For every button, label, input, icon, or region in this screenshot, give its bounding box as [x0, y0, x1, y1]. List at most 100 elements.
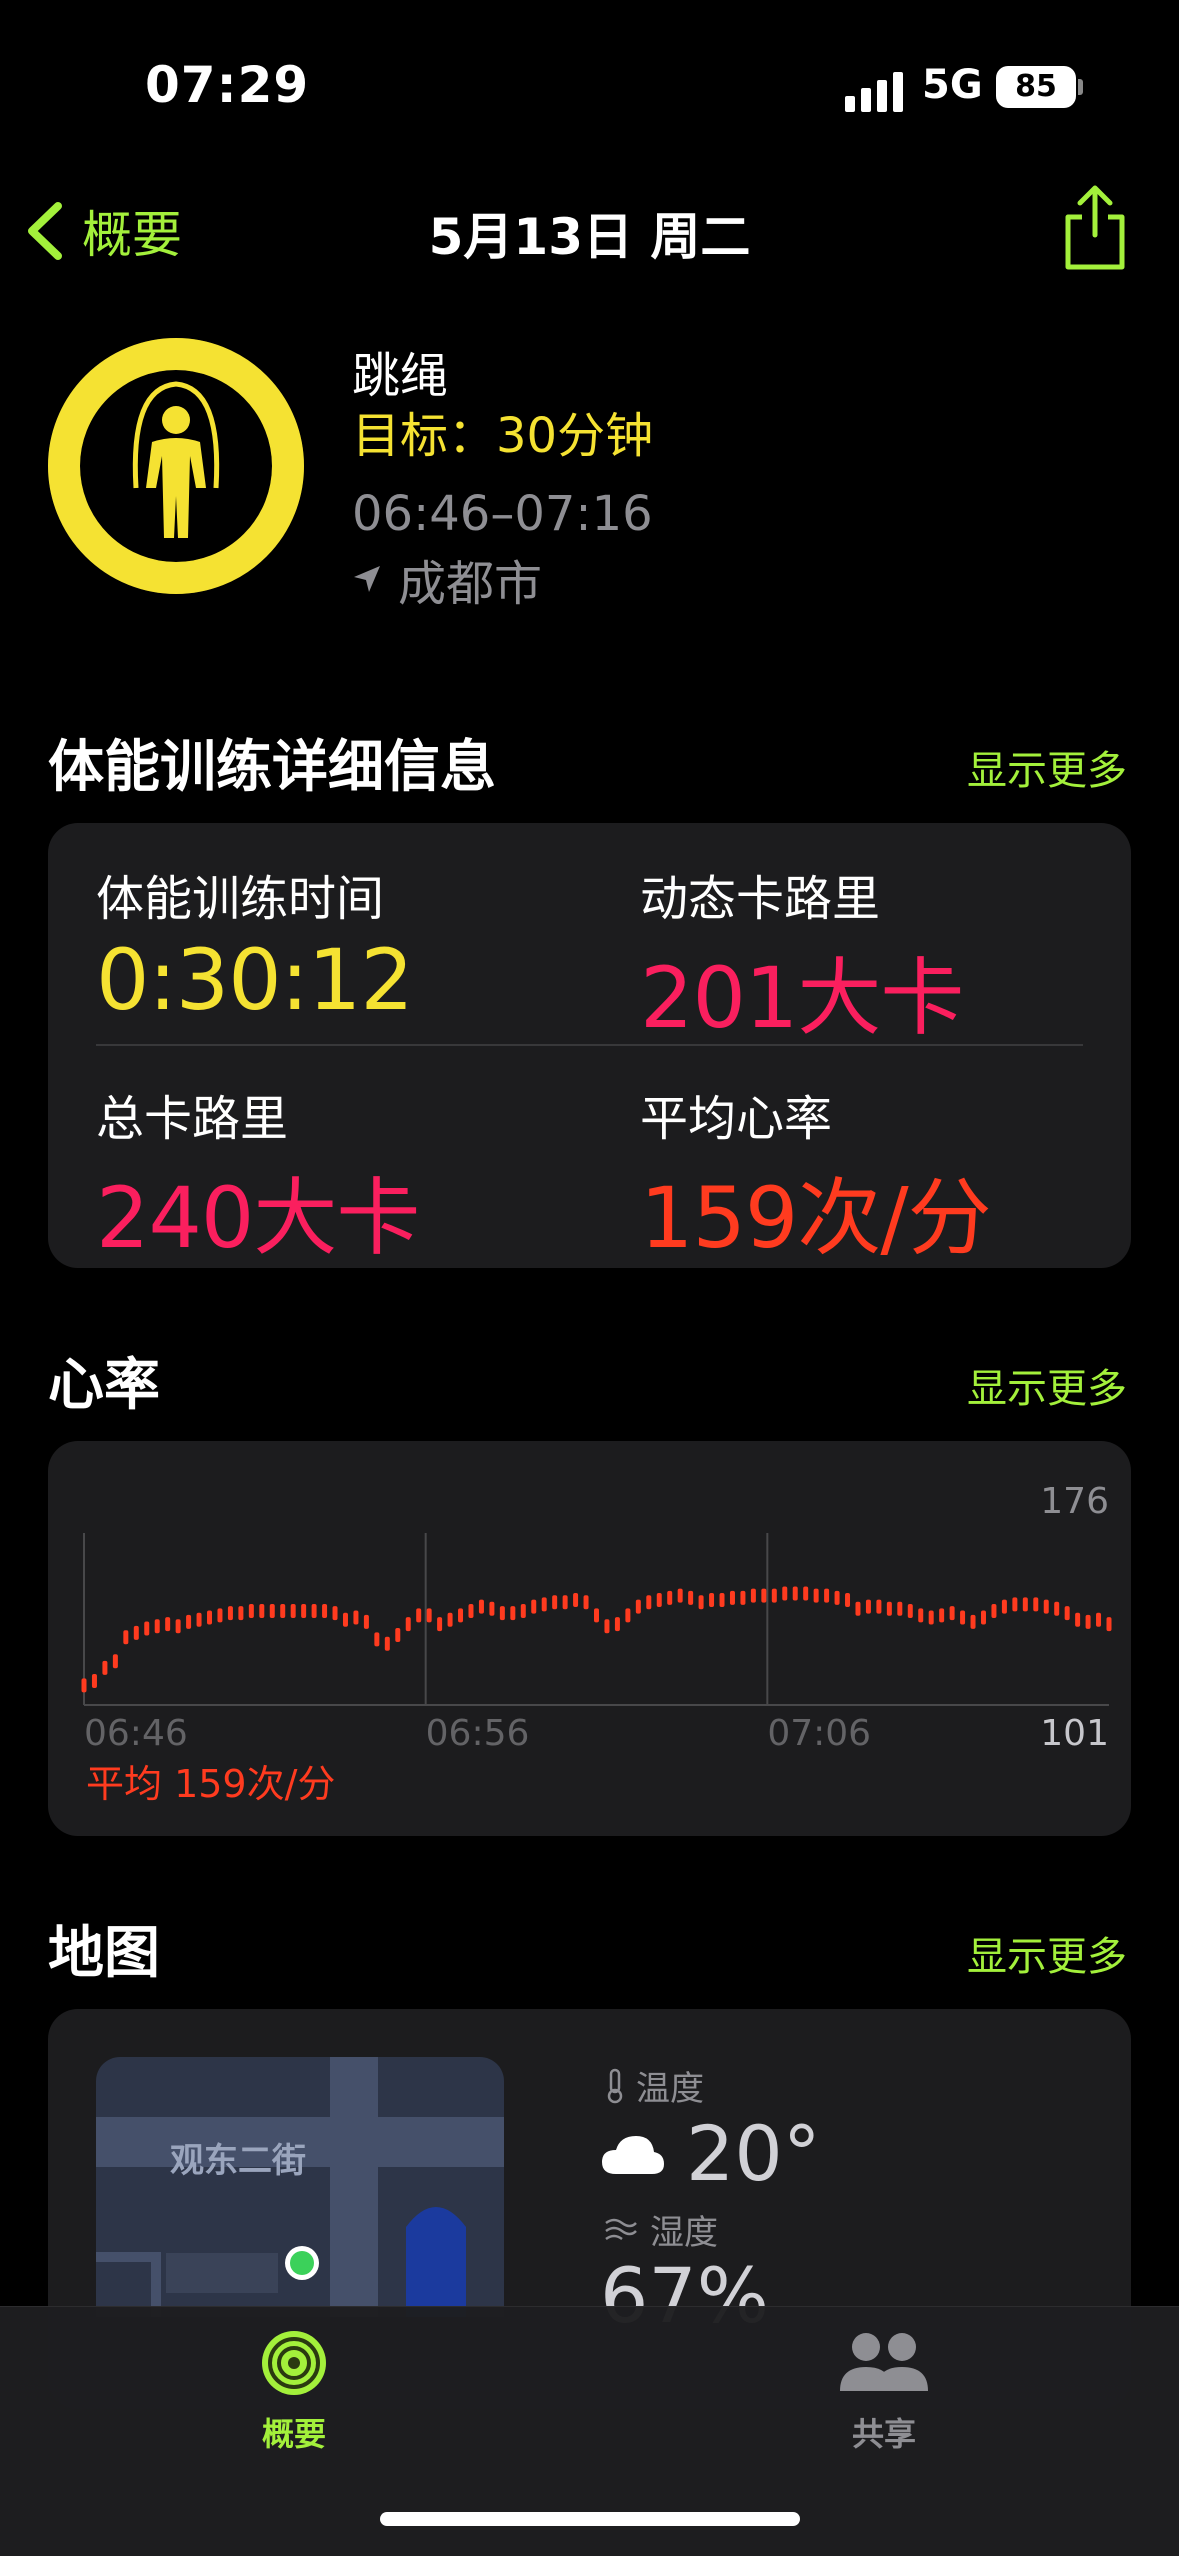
heart-rate-point [1096, 1612, 1102, 1627]
heart-rate-point [928, 1610, 934, 1625]
heart-rate-point [949, 1606, 955, 1621]
heart-rate-point [980, 1610, 986, 1625]
heart-rate-point [1001, 1599, 1007, 1614]
metric-value: 201大卡 [640, 949, 964, 1047]
heart-rate-point [573, 1593, 579, 1608]
metrics-divider [96, 1044, 1083, 1046]
battery-icon: 85 [996, 66, 1076, 108]
page-title: 5月13日 周二 [428, 208, 751, 266]
heart-rate-point [740, 1590, 746, 1605]
heart-rate-point [186, 1614, 192, 1629]
share-icon[interactable] [1060, 183, 1130, 273]
heart-rate-point [112, 1654, 118, 1669]
heart-rate-point [688, 1590, 694, 1605]
metric-label: 体能训练时间 [96, 871, 385, 927]
metric-active-calories: 动态卡路里 201大卡 [640, 859, 964, 1052]
heart-rate-point [719, 1593, 725, 1608]
map-streets [96, 2057, 504, 2317]
heart-rate-point [782, 1586, 788, 1601]
heart-rate-card[interactable]: 06:46 06:56 07:06 176 101 平均 159次/分 [48, 1441, 1131, 1836]
heart-rate-point [489, 1601, 495, 1616]
heart-rate-point [1012, 1597, 1018, 1612]
heart-rate-point [813, 1588, 819, 1603]
chart-y-tick-label: 101 [1040, 1713, 1109, 1754]
battery-tip [1078, 79, 1083, 95]
metric-label: 动态卡路里 [640, 871, 881, 927]
heart-rate-point [970, 1614, 976, 1629]
location-arrow-icon [354, 566, 380, 592]
status-bar: 07:29 5G 85 [0, 0, 1179, 175]
heart-rate-point [332, 1606, 338, 1621]
heart-title: 心率 [48, 1353, 160, 1418]
heart-rate-point [468, 1603, 474, 1618]
heart-rate-point [897, 1601, 903, 1616]
route-map[interactable]: 观东二街 [96, 2057, 504, 2317]
heart-rate-point [259, 1603, 265, 1618]
chart-x-tick-label: 06:56 [426, 1713, 530, 1754]
tab-sharing[interactable]: 共享 [784, 2327, 984, 2455]
heart-rate-point [918, 1608, 924, 1623]
heart-rate-point [876, 1599, 882, 1614]
heart-rate-point [771, 1588, 777, 1603]
heart-rate-point [374, 1632, 380, 1647]
details-card[interactable]: 体能训练时间 0:30:12 动态卡路里 201大卡 总卡路里 240大卡 平均… [48, 823, 1131, 1268]
heart-rate-point [342, 1612, 348, 1627]
heart-rate-point [583, 1595, 589, 1610]
metric-avg-heart-rate: 平均心率 159次/分 [640, 1079, 992, 1268]
thermometer-icon [607, 2068, 623, 2103]
map-show-more-link[interactable]: 显示更多 [967, 1924, 1127, 1982]
heart-rate-point [280, 1603, 286, 1618]
heart-rate-point [646, 1595, 652, 1610]
metric-value: 0:30:12 [96, 931, 414, 1029]
heart-rate-point [677, 1588, 683, 1603]
heart-rate-point [824, 1588, 830, 1603]
heart-rate-point [499, 1606, 505, 1621]
nav-bar: 概要 5月13日 周二 [0, 175, 1179, 285]
heart-rate-point [614, 1617, 620, 1632]
heart-rate-point [698, 1595, 704, 1610]
tab-summary[interactable]: 概要 [194, 2327, 394, 2455]
heart-rate-point [175, 1619, 181, 1634]
heart-rate-point [656, 1593, 662, 1608]
temperature-label: 温度 [636, 2069, 704, 2109]
heart-rate-point [865, 1599, 871, 1614]
heart-rate-point [834, 1590, 840, 1605]
cellular-signal-icon [845, 72, 903, 112]
heart-rate-point [322, 1603, 328, 1618]
map-title: 地图 [48, 1921, 160, 1986]
heart-rate-point [196, 1612, 202, 1627]
heart-rate-point [939, 1608, 945, 1623]
temperature-value-row: 20° [600, 2109, 821, 2198]
heart-rate-point [248, 1603, 254, 1618]
map-street-label: 观东二街 [170, 2141, 306, 2181]
heart-rate-point [907, 1603, 913, 1618]
heart-rate-point [803, 1586, 809, 1601]
heart-rate-point [227, 1606, 233, 1621]
heart-rate-point [290, 1603, 296, 1618]
heart-rate-point [594, 1608, 599, 1623]
heart-rate-point [301, 1603, 307, 1618]
heart-rate-point [667, 1590, 673, 1605]
heart-rate-point [458, 1608, 464, 1623]
heart-rate-point [761, 1588, 767, 1603]
home-indicator[interactable] [380, 2512, 800, 2526]
jump-rope-icon [132, 381, 220, 538]
workout-time-range: 06:46–07:16 [352, 486, 653, 542]
details-show-more-link[interactable]: 显示更多 [967, 738, 1127, 796]
heart-rate-point [625, 1608, 631, 1623]
metric-duration: 体能训练时间 0:30:12 [96, 859, 414, 1029]
heart-rate-point [217, 1608, 223, 1623]
people-icon [840, 2333, 928, 2391]
heart-rate-point [541, 1597, 547, 1612]
workout-location: 成都市 [352, 544, 542, 614]
metric-label: 总卡路里 [96, 1091, 289, 1147]
heart-rate-point [405, 1617, 411, 1632]
heart-rate-point [207, 1610, 213, 1625]
heart-rate-point [960, 1610, 966, 1625]
metric-total-calories: 总卡路里 240大卡 [96, 1079, 420, 1268]
heart-show-more-link[interactable]: 显示更多 [967, 1356, 1127, 1414]
metric-value: 240大卡 [96, 1169, 420, 1267]
temperature-value: 20° [686, 2109, 821, 2198]
heart-rate-point [384, 1636, 390, 1651]
goal-ring [48, 338, 304, 594]
